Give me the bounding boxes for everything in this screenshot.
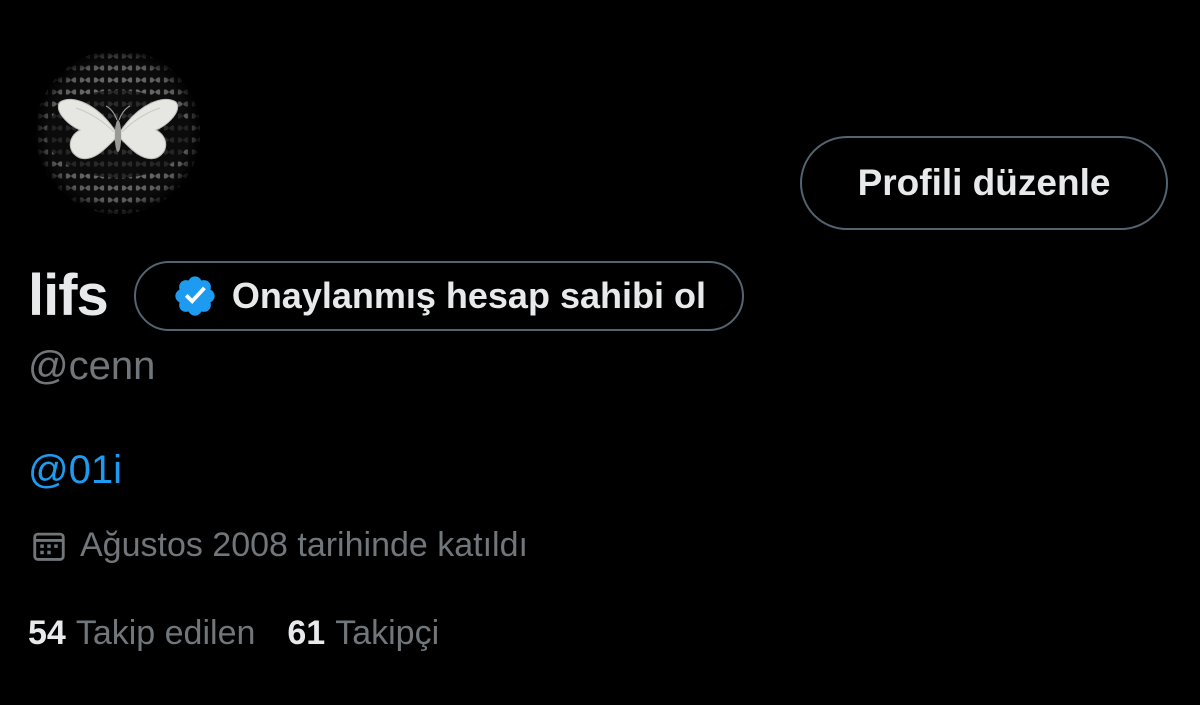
- following-count: 54: [28, 614, 66, 652]
- edit-profile-button[interactable]: Profili düzenle: [800, 136, 1168, 230]
- username-handle: @cenn: [28, 344, 156, 388]
- name-row: lifs Onaylanmış hesap sahibi ol: [28, 260, 744, 332]
- get-verified-label: Onaylanmış hesap sahibi ol: [231, 275, 706, 316]
- join-date-text: Ağustos 2008 tarihinde katıldı: [80, 526, 528, 564]
- join-date: Ağustos 2008 tarihinde katıldı: [30, 526, 528, 565]
- avatar[interactable]: [36, 50, 200, 214]
- following-label: Takip edilen: [75, 614, 256, 652]
- followers-label: Takipçi: [335, 614, 440, 652]
- followers-link[interactable]: 61 Takipçi: [287, 614, 439, 653]
- followers-count: 61: [287, 614, 326, 652]
- calendar-icon: [33, 532, 65, 561]
- butterfly-avatar-image: [36, 50, 200, 214]
- verified-badge-icon: [175, 276, 215, 316]
- butterfly-icon: [46, 90, 190, 178]
- get-verified-button[interactable]: Onaylanmış hesap sahibi ol: [133, 261, 744, 331]
- follow-stats: 54 Takip edilen 61 Takipçi: [28, 614, 439, 653]
- following-link[interactable]: 54 Takip edilen: [28, 614, 255, 653]
- display-name: lifs: [28, 263, 109, 328]
- bio-mention-link[interactable]: @01i: [28, 448, 122, 493]
